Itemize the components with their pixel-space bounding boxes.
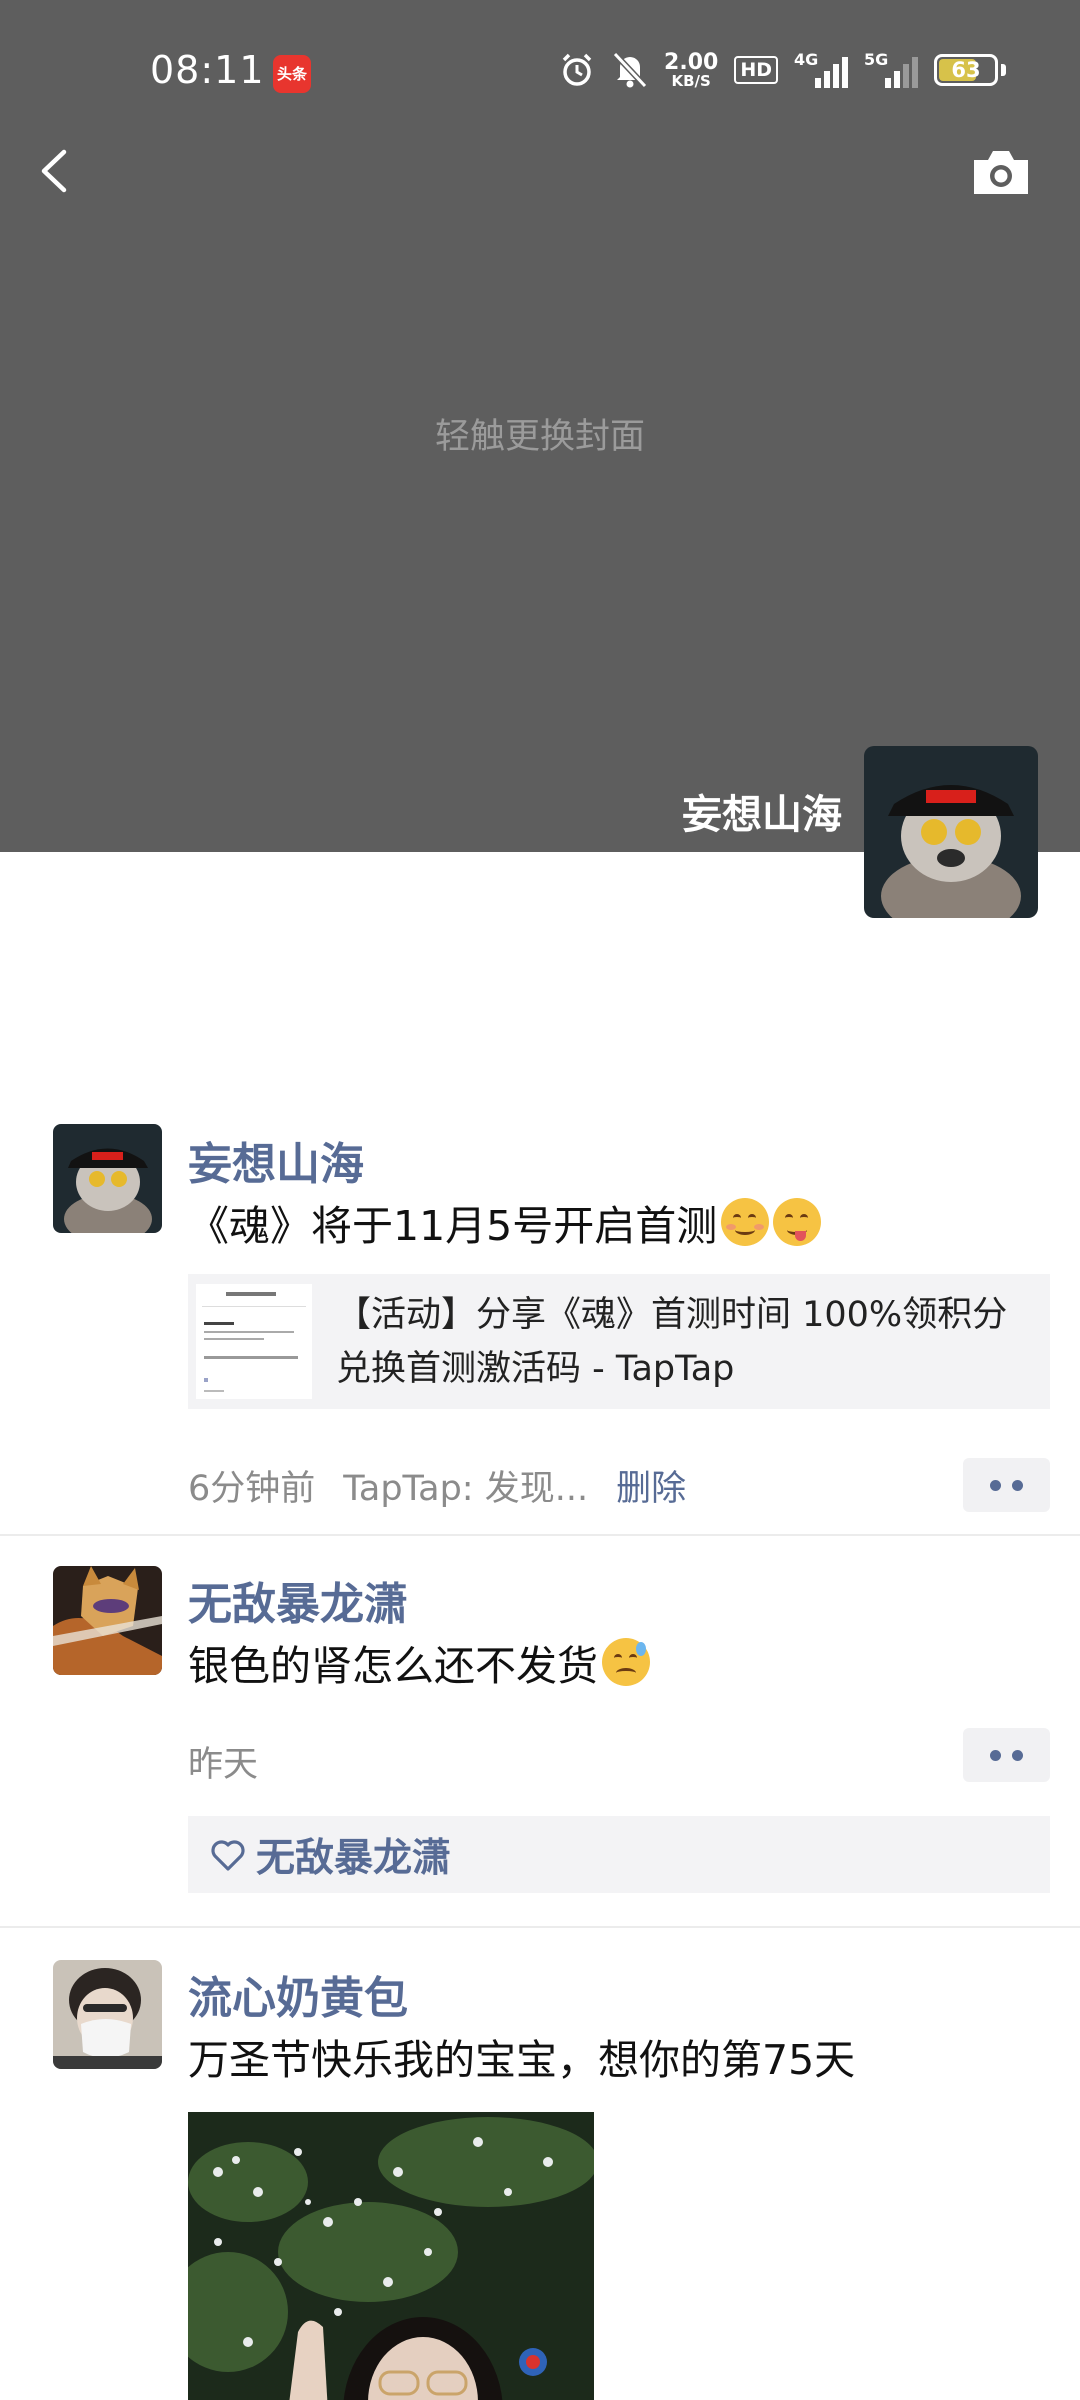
- post-meta: 昨天: [188, 1736, 258, 1787]
- dot: [990, 1479, 1001, 1491]
- profile-name: 妄想山海: [682, 792, 842, 838]
- back-button[interactable]: [30, 140, 80, 202]
- more-options-button[interactable]: [963, 1458, 1050, 1512]
- post-time: 6分钟前: [188, 1469, 316, 1509]
- author-avatar[interactable]: [53, 1566, 162, 1675]
- dot: [990, 1749, 1001, 1761]
- signal-5g-icon: 5G: [864, 50, 918, 90]
- heart-icon: [211, 1839, 245, 1871]
- more-options-button[interactable]: [963, 1728, 1050, 1782]
- post-meta: 6分钟前 TapTap: 发现... 删除: [188, 1460, 686, 1511]
- signal-4g-icon: 4G: [794, 50, 848, 90]
- moment-post: 妄想山海 《魂》将于11月5号开启首测 【活动】分享《魂》首测时间 100%领积…: [0, 1100, 1080, 1540]
- link-title: 【活动】分享《魂》首测时间 100%领积分兑换首测激活码 - TapTap: [336, 1295, 1008, 1389]
- shared-link-card[interactable]: 【活动】分享《魂》首测时间 100%领积分兑换首测激活码 - TapTap: [188, 1274, 1050, 1409]
- avatar-dog-image: [53, 1124, 162, 1233]
- likes-box: 无敌暴龙潇: [188, 1816, 1050, 1893]
- hd-icon: HD: [734, 56, 778, 84]
- post-text: 《魂》将于11月5号开启首测: [188, 1192, 822, 1252]
- yum-emoji-icon: [773, 1198, 822, 1246]
- avatar-dog-image: [864, 746, 1038, 918]
- news-app-notification-icon: 头条: [273, 55, 311, 93]
- author-name[interactable]: 流心奶黄包: [188, 1962, 408, 2026]
- delete-button[interactable]: 删除: [616, 1460, 686, 1511]
- cover-area[interactable]: 08:11 头条 2.00 KB/S HD 4G 5G 63 轻触更换封面 妄想…: [0, 0, 1080, 852]
- network-speed-value: 2.00: [664, 49, 719, 75]
- profile-avatar[interactable]: [864, 746, 1038, 918]
- avatar-fox-image: [53, 1566, 162, 1675]
- battery-percent: 63: [951, 58, 981, 82]
- post-text: 银色的肾怎么还不发货: [188, 1632, 650, 1692]
- alarm-icon: [558, 51, 596, 89]
- post-text-content: 《魂》将于11月5号开启首测: [188, 1202, 718, 1250]
- network-speed-unit: KB/S: [671, 71, 711, 90]
- avatar-person-image: [53, 1960, 162, 2069]
- post-time: 昨天: [188, 1745, 259, 1785]
- author-avatar[interactable]: [53, 1124, 162, 1233]
- moment-post: 流心奶黄包 万圣节快乐我的宝宝，想你的第75天: [0, 1928, 1080, 2400]
- change-cover-hint[interactable]: 轻触更换封面: [0, 408, 1080, 459]
- status-icons: 2.00 KB/S HD 4G 5G 63: [558, 46, 1006, 94]
- smile-emoji-icon: [721, 1198, 770, 1246]
- post-text: 万圣节快乐我的宝宝，想你的第75天: [188, 2036, 856, 2084]
- photo-image: [188, 2112, 594, 2400]
- status-bar: 08:11 头条 2.00 KB/S HD 4G 5G 63: [0, 0, 1080, 150]
- post-text-content: 银色的肾怎么还不发货: [188, 1642, 598, 1690]
- sweat-emoji-icon: [602, 1638, 650, 1686]
- status-time: 08:11: [150, 48, 265, 92]
- link-thumbnail: [196, 1284, 312, 1399]
- battery-icon: 63: [934, 54, 998, 86]
- dot: [1012, 1479, 1023, 1491]
- post-photo[interactable]: [188, 2112, 594, 2400]
- liker-name[interactable]: 无敌暴龙潇: [256, 1827, 451, 1883]
- camera-icon: [974, 151, 1028, 194]
- post-source[interactable]: TapTap: 发现...: [343, 1460, 588, 1511]
- author-name[interactable]: 无敌暴龙潇: [188, 1568, 408, 1632]
- author-name[interactable]: 妄想山海: [188, 1128, 364, 1192]
- network-speed: 2.00 KB/S: [664, 49, 719, 90]
- battery-tip: [1001, 64, 1006, 76]
- author-avatar[interactable]: [53, 1960, 162, 2069]
- dot: [1012, 1749, 1023, 1761]
- chevron-left-icon: [41, 149, 67, 193]
- camera-button[interactable]: [970, 144, 1032, 200]
- mute-icon: [612, 51, 648, 89]
